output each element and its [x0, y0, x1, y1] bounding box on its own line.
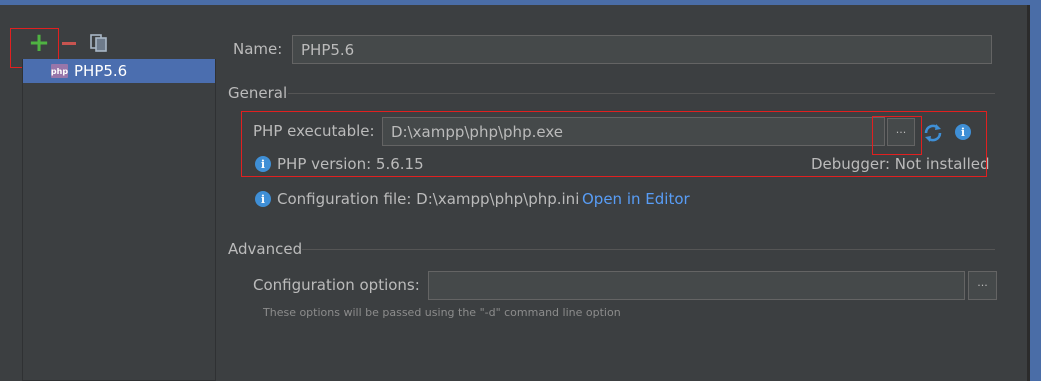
window-top-border	[0, 0, 1041, 5]
configuration-options-browse-button[interactable]: ···	[968, 271, 997, 300]
configuration-options-label: Configuration options:	[253, 276, 420, 294]
list-item[interactable]: php PHP5.6	[23, 59, 215, 83]
advanced-separator	[302, 249, 995, 250]
advanced-section-title: Advanced	[228, 240, 303, 258]
configuration-options-hint: These options will be passed using the "…	[263, 306, 621, 319]
php-icon: php	[51, 64, 68, 78]
window-right-edge	[1027, 5, 1030, 381]
name-input[interactable]: PHP5.6	[292, 35, 992, 64]
highlight-browse-button	[872, 116, 922, 155]
minus-icon[interactable]	[56, 30, 82, 56]
config-info-icon: i	[255, 191, 271, 207]
configuration-options-input[interactable]	[428, 271, 965, 300]
name-label: Name:	[233, 40, 283, 58]
configuration-file-text: Configuration file: D:\xampp\php\php.ini	[277, 190, 580, 208]
general-separator	[288, 93, 995, 94]
open-in-editor-link[interactable]: Open in Editor	[582, 190, 690, 208]
interpreter-list: php PHP5.6	[22, 59, 216, 381]
general-section-title: General	[228, 84, 288, 102]
copy-icon[interactable]	[86, 30, 112, 56]
list-item-label: PHP5.6	[74, 62, 128, 80]
